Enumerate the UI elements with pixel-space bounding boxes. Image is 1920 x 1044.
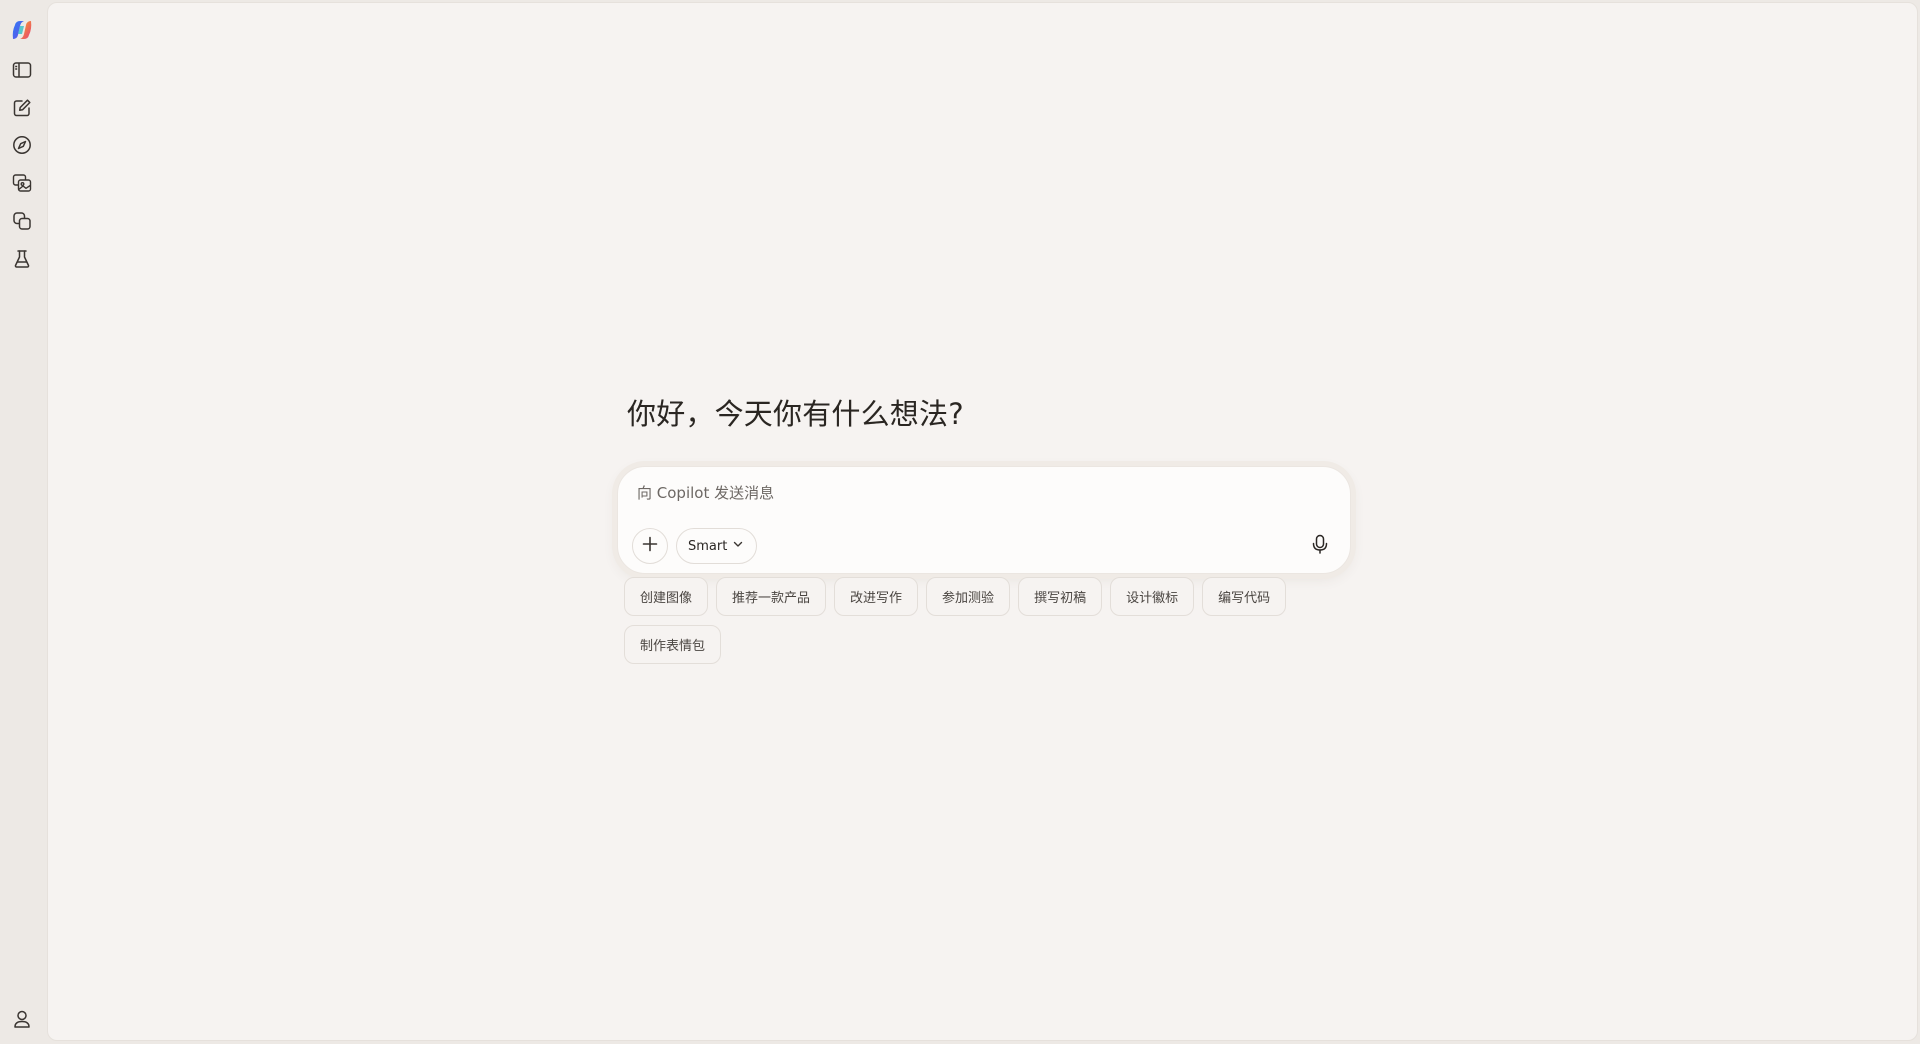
suggestion-recommend-product[interactable]: 推荐一款产品 xyxy=(716,577,827,616)
message-input[interactable] xyxy=(635,480,1325,506)
main-panel: 你好，今天你有什么想法? Smart xyxy=(47,2,1918,1041)
suggestion-improve-writing[interactable]: 改进写作 xyxy=(834,577,919,616)
pages-button[interactable] xyxy=(6,205,38,237)
sidebar-toggle-button[interactable] xyxy=(6,54,38,86)
new-chat-button[interactable] xyxy=(6,92,38,124)
suggestion-chips: 创建图像 推荐一款产品 改进写作 参加测验 撰写初稿 设计徽标 编写代码 制作表… xyxy=(624,577,1344,664)
suggestion-take-quiz[interactable]: 参加测验 xyxy=(926,577,1011,616)
copilot-logo-button[interactable] xyxy=(6,14,38,46)
labs-flask-icon xyxy=(11,248,33,270)
add-attachment-button[interactable] xyxy=(632,528,668,564)
profile-icon xyxy=(11,1008,33,1030)
image-gallery-icon xyxy=(11,172,33,194)
profile-button[interactable] xyxy=(6,1003,38,1035)
suggestion-write-draft[interactable]: 撰写初稿 xyxy=(1018,577,1103,616)
sidebar-rail xyxy=(0,0,47,1044)
voice-input-button[interactable] xyxy=(1302,528,1338,564)
chevron-down-icon xyxy=(732,538,744,554)
suggestion-make-meme[interactable]: 制作表情包 xyxy=(624,625,722,664)
discover-icon xyxy=(11,134,33,156)
copilot-app: 你好，今天你有什么想法? Smart xyxy=(0,0,1920,1044)
mode-selector[interactable]: Smart xyxy=(676,528,758,564)
new-chat-icon xyxy=(11,97,33,119)
discover-button[interactable] xyxy=(6,129,38,161)
microphone-icon xyxy=(1309,533,1331,559)
plus-icon xyxy=(641,535,659,557)
greeting-heading: 你好，今天你有什么想法? xyxy=(627,397,964,431)
mode-label: Smart xyxy=(688,538,728,554)
pages-icon xyxy=(11,210,33,232)
sidebar-toggle-icon xyxy=(11,59,33,81)
suggestion-write-code[interactable]: 编写代码 xyxy=(1202,577,1287,616)
suggestion-design-logo[interactable]: 设计徽标 xyxy=(1110,577,1195,616)
image-gallery-button[interactable] xyxy=(6,167,38,199)
copilot-logo-icon xyxy=(11,19,33,41)
suggestion-create-image[interactable]: 创建图像 xyxy=(624,577,709,616)
labs-button[interactable] xyxy=(6,243,38,275)
message-composer: Smart xyxy=(617,466,1351,574)
